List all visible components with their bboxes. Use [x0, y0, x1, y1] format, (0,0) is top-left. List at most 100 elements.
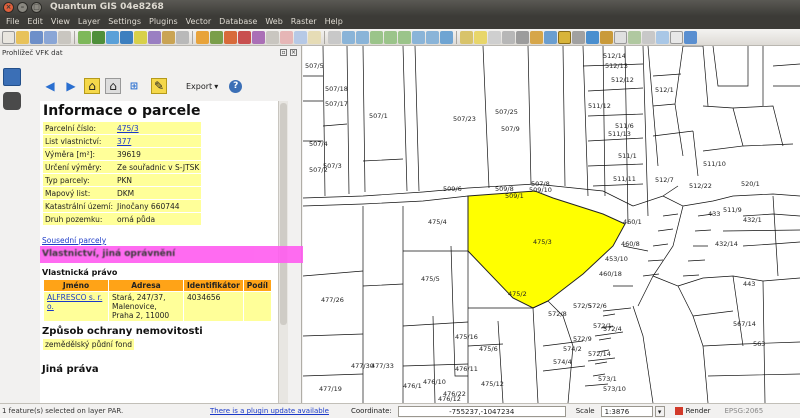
add-postgis-layer-icon[interactable] [106, 30, 119, 44]
add-wfs-layer-icon[interactable] [148, 30, 161, 44]
text-annotation-icon[interactable] [572, 30, 585, 44]
load-vfk-icon[interactable] [3, 68, 21, 86]
zoom-full-icon[interactable] [370, 30, 383, 44]
back-arrow-icon[interactable]: ◀ [42, 78, 58, 94]
menu-database[interactable]: Database [215, 16, 261, 29]
menu-vector[interactable]: Vector [182, 16, 216, 29]
gps-icon[interactable] [656, 30, 669, 44]
map-tips-icon[interactable] [530, 30, 543, 44]
remove-layer-icon[interactable] [176, 30, 189, 44]
home-icon[interactable]: ⌂ [84, 78, 100, 94]
toggle-editing-icon[interactable] [196, 30, 209, 44]
parcel-label: 574/2 [563, 345, 582, 353]
binoculars-search-icon[interactable] [3, 92, 21, 110]
metasearch-icon[interactable] [684, 30, 697, 44]
pan-map-icon[interactable] [328, 30, 341, 44]
menu-help[interactable]: Help [321, 16, 347, 29]
render-checkbox[interactable] [674, 407, 683, 415]
parcel-label: 476/10 [423, 378, 446, 386]
zoom-next-icon[interactable] [426, 30, 439, 44]
new-project-icon[interactable] [2, 30, 15, 44]
table-row: Katastrální území: Jinočany 660744 [43, 200, 202, 212]
paste-features-icon[interactable] [308, 30, 321, 44]
close-panel-button[interactable]: × [290, 49, 297, 56]
menu-raster[interactable]: Raster [287, 16, 321, 29]
open-project-icon[interactable] [16, 30, 29, 44]
menu-edit[interactable]: Edit [23, 16, 47, 29]
export-dropdown[interactable]: Export ▾ [186, 82, 218, 91]
coordinate-field[interactable]: -755237,-1047234 [397, 405, 566, 417]
menu-view[interactable]: View [47, 16, 74, 29]
new-bookmark-icon[interactable] [544, 30, 557, 44]
map-canvas[interactable]: 507/5 507/18 507/17 507/23 507/9 507/25 507/1 5… [303, 46, 800, 403]
scale-input[interactable]: 1:3876 [600, 405, 653, 417]
render-label: Render [685, 407, 711, 415]
delete-selected-icon[interactable] [266, 30, 279, 44]
grass-icon[interactable] [628, 30, 641, 44]
gear-icon[interactable] [516, 30, 529, 44]
help-icon[interactable]: ? [229, 79, 243, 93]
python-console-icon[interactable] [586, 30, 599, 44]
identify-icon[interactable] [460, 30, 473, 44]
table-row: Určení výměry: Ze souřadnic v S-JTSK [43, 161, 202, 173]
neighbor-parcels-link[interactable]: Sousední parcely [42, 236, 278, 245]
add-vector-layer-icon[interactable] [78, 30, 91, 44]
close-window-button[interactable]: × [3, 2, 14, 13]
zoom-in-icon[interactable] [342, 30, 355, 44]
node-tool-icon[interactable] [252, 30, 265, 44]
home-lv-icon[interactable]: ⌂ [105, 78, 121, 94]
tile-scale-icon[interactable] [600, 30, 613, 44]
column-header: Jméno [44, 280, 108, 291]
menu-settings[interactable]: Settings [104, 16, 145, 29]
parcel-label: 507/4 [309, 140, 328, 148]
select-parcels-icon[interactable]: ⊞ [126, 78, 142, 94]
menu-web[interactable]: Web [261, 16, 286, 29]
parcel-number-link[interactable]: 475/3 [117, 124, 139, 133]
georeferencer-icon[interactable] [642, 30, 655, 44]
owner-identifier: 4034656 [184, 292, 243, 321]
crs-status[interactable]: EPSG:2065 [725, 407, 764, 415]
zoom-out-icon[interactable] [356, 30, 369, 44]
chevron-down-icon: ▾ [214, 81, 219, 91]
add-wms-layer-icon[interactable] [134, 30, 147, 44]
parcel-label: 433 [708, 210, 720, 218]
info-value: PKN [114, 174, 202, 186]
new-shapefile-icon[interactable] [162, 30, 175, 44]
parcel-label: 511/6 [615, 122, 634, 130]
menu-layer[interactable]: Layer [74, 16, 104, 29]
measure-line-icon[interactable] [502, 30, 515, 44]
show-on-map-icon[interactable]: ✎ [151, 78, 167, 94]
cadastral-map[interactable]: 507/5 507/18 507/17 507/23 507/9 507/25 507/1 5… [303, 46, 800, 403]
vfk-plugin-icon[interactable] [558, 30, 571, 44]
menu-plugins[interactable]: Plugins [145, 16, 182, 29]
rotation-icon[interactable] [614, 30, 627, 44]
plugin-update-link[interactable]: There is a plugin update available [210, 407, 335, 415]
refresh-icon[interactable] [440, 30, 453, 44]
zoom-last-icon[interactable] [412, 30, 425, 44]
move-feature-icon[interactable] [238, 30, 251, 44]
scrollbar-thumb[interactable] [280, 103, 287, 325]
save-as-icon[interactable] [44, 30, 57, 44]
add-feature-icon[interactable] [224, 30, 237, 44]
owner-name-link[interactable]: ALFRESCO s. r. o. [47, 293, 102, 311]
table-icon[interactable] [670, 30, 683, 44]
add-spatialite-layer-icon[interactable] [120, 30, 133, 44]
info-value: Ze souřadnic v S-JTSK [114, 161, 202, 173]
select-features-icon[interactable] [474, 30, 487, 44]
copy-features-icon[interactable] [294, 30, 307, 44]
minimize-window-button[interactable]: – [17, 2, 28, 13]
save-project-icon[interactable] [30, 30, 43, 44]
forward-arrow-icon[interactable]: ▶ [63, 78, 79, 94]
zoom-to-selection-icon[interactable] [384, 30, 397, 44]
menu-file[interactable]: File [2, 16, 23, 29]
add-raster-layer-icon[interactable] [92, 30, 105, 44]
zoom-to-layer-icon[interactable] [398, 30, 411, 44]
deselect-icon[interactable] [488, 30, 501, 44]
maximize-window-button[interactable]: □ [31, 2, 42, 13]
print-composer-icon[interactable] [58, 30, 71, 44]
save-edits-icon[interactable] [210, 30, 223, 44]
float-panel-button[interactable]: ▫ [280, 49, 287, 56]
chevron-down-icon[interactable]: ▾ [654, 405, 665, 417]
cut-features-icon[interactable] [280, 30, 293, 44]
ownership-list-link[interactable]: 377 [117, 137, 131, 146]
